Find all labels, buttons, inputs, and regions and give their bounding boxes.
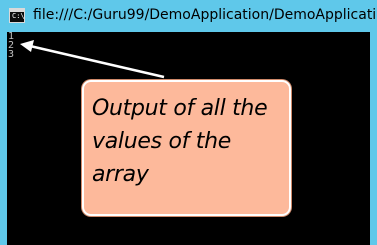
title-bar[interactable]: C:\ file:///C:/Guru99/DemoApplication/De…: [0, 0, 377, 32]
console-window: C:\ file:///C:/Guru99/DemoApplication/De…: [0, 0, 377, 245]
console-output: 1 2 3: [8, 32, 15, 60]
console-icon[interactable]: C:\: [9, 8, 25, 23]
annotation-callout: Output of all the values of the array: [82, 80, 291, 216]
annotation-text: Output of all the values of the array: [92, 96, 268, 187]
console-line: 3: [8, 49, 15, 60]
console-icon-prompt: C:\: [12, 12, 25, 20]
window-title: file:///C:/Guru99/DemoApplication/DemoAp…: [33, 7, 377, 23]
